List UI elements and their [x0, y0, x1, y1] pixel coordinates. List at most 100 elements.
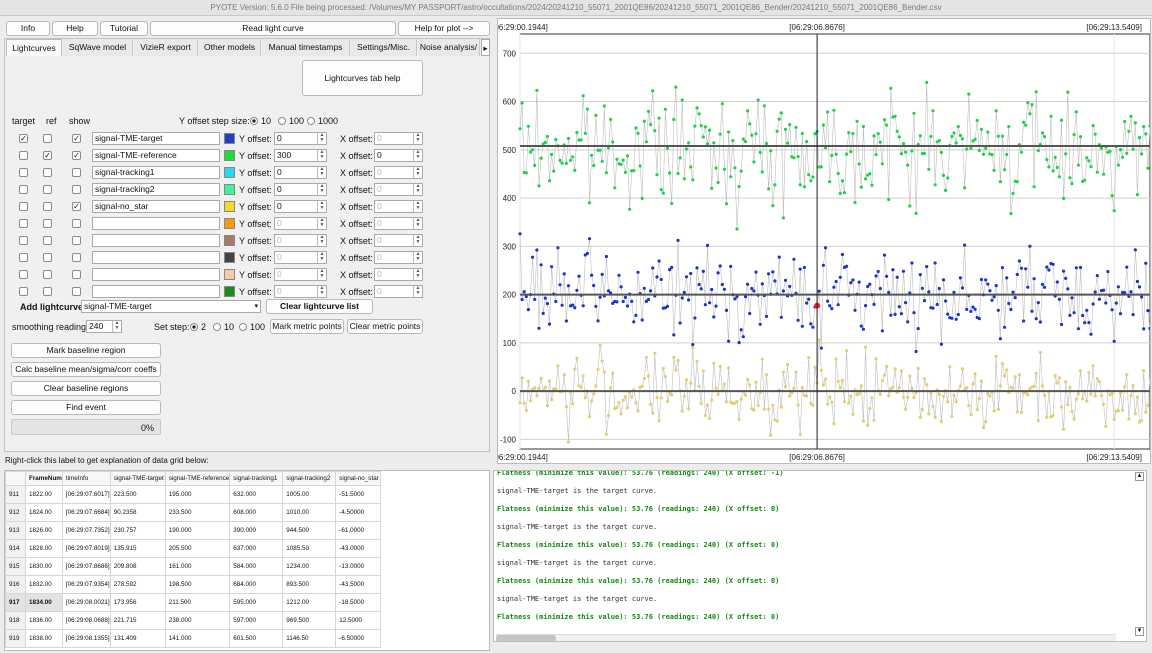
ref-checkbox[interactable]: ✓ — [43, 151, 52, 160]
grid-cell[interactable]: 1212.00 — [282, 593, 337, 612]
target-checkbox[interactable] — [19, 253, 28, 262]
lightcurve-name-field[interactable] — [92, 217, 220, 230]
horizontal-scrollbar[interactable] — [496, 634, 1116, 641]
scroll-down-icon[interactable]: ▼ — [1135, 627, 1144, 636]
grid-cell[interactable]: 223.500 — [109, 485, 166, 504]
y-offset-spinbox[interactable]: 0 ▲ ▼ — [274, 217, 327, 230]
grid-cell[interactable]: 684.000 — [229, 575, 284, 594]
color-swatch[interactable] — [224, 269, 235, 280]
spinner-arrows-icon[interactable]: ▲ ▼ — [413, 184, 422, 195]
set-step-100[interactable]: 100 — [239, 322, 265, 332]
row-header[interactable]: 918 — [5, 611, 26, 630]
grid-column-header[interactable]: signal-no_star — [335, 471, 382, 486]
x-offset-spinbox[interactable]: 0 ▲ ▼ — [374, 200, 423, 213]
ref-checkbox[interactable] — [43, 287, 52, 296]
grid-cell[interactable]: 90.2358 — [109, 503, 166, 522]
spinner-arrows-icon[interactable]: ▲ ▼ — [317, 167, 326, 178]
row-header[interactable]: 915 — [5, 557, 26, 576]
y-step-100[interactable]: 100 — [278, 116, 304, 126]
grid-cell[interactable]: 135.915 — [109, 539, 166, 558]
clear-metric-points-button[interactable]: Clear metric points — [347, 319, 423, 334]
x-offset-spinbox[interactable]: 0 ▲ ▼ — [374, 166, 423, 179]
calc-baseline-button[interactable]: Calc baseline mean/sigma/corr coeffs — [11, 362, 161, 377]
grid-cell[interactable]: 209.808 — [109, 557, 166, 576]
grid-cell[interactable]: 141.000 — [164, 629, 231, 648]
grid-cell[interactable]: 1826.00 — [25, 521, 63, 540]
grid-cell[interactable]: 584.000 — [229, 557, 284, 576]
lightcurve-name-field[interactable]: signal-tracking1 — [92, 166, 220, 179]
data-grid[interactable]: FrameNum timeInfo signal-TME-target signal-… — [4, 470, 490, 651]
grid-cell[interactable]: -6.50000 — [335, 629, 382, 648]
mark-metric-points-button[interactable]: Mark metric points — [270, 319, 344, 334]
show-checkbox[interactable]: ✓ — [72, 151, 81, 160]
grid-cell[interactable]: -43.0000 — [335, 539, 382, 558]
lightcurve-name-field[interactable] — [92, 234, 220, 247]
ref-checkbox[interactable] — [43, 134, 52, 143]
target-checkbox[interactable] — [19, 236, 28, 245]
target-checkbox[interactable] — [19, 202, 28, 211]
grid-cell[interactable]: 198.500 — [164, 575, 231, 594]
grid-cell[interactable]: -61.0000 — [335, 521, 382, 540]
target-checkbox[interactable] — [19, 287, 28, 296]
help-for-plot-button[interactable]: Help for plot --> — [398, 21, 490, 36]
lightcurves-tab-help-button[interactable]: Lightcurves tab help — [302, 60, 423, 96]
y-offset-spinbox[interactable]: 300 ▲ ▼ — [274, 149, 327, 162]
grid-cell[interactable]: 1234.00 — [282, 557, 337, 576]
show-checkbox[interactable] — [72, 287, 81, 296]
tab-other-models[interactable]: Other models — [199, 39, 261, 56]
grid-cell[interactable]: 1085.50 — [282, 539, 337, 558]
grid-cell[interactable]: -13.0000 — [335, 557, 382, 576]
spinner-arrows-icon[interactable]: ▲ ▼ — [413, 252, 422, 263]
table-row[interactable]: 919 1838.00 [06:29:08.1355] 131.409 141.000 6… — [5, 629, 382, 648]
color-swatch[interactable] — [224, 201, 235, 212]
info-button[interactable]: Info — [6, 21, 50, 36]
clear-baseline-regions-button[interactable]: Clear baseline regions — [11, 381, 161, 396]
clear-lightcurve-list-button[interactable]: Clear lightcurve list — [266, 299, 373, 314]
spinner-arrows-icon[interactable]: ▲ ▼ — [317, 235, 326, 246]
tab-scroll-icon[interactable]: ▸ — [481, 39, 490, 56]
add-lightcurve-select[interactable]: signal-TME-target ▾ — [81, 300, 261, 313]
ref-checkbox[interactable] — [43, 185, 52, 194]
tab-manual-timestamps[interactable]: Manual timestamps — [262, 39, 350, 56]
y-offset-spinbox[interactable]: 0 ▲ ▼ — [274, 268, 327, 281]
grid-cell[interactable]: 131.409 — [109, 629, 166, 648]
table-row[interactable]: 918 1836.00 [06:29:08.0688] 221.715 238.000 5… — [5, 611, 382, 630]
grid-cell[interactable]: 1838.00 — [25, 629, 63, 648]
row-header[interactable]: 912 — [5, 503, 26, 522]
scroll-up-icon[interactable]: ▲ — [1135, 472, 1144, 481]
grid-cell[interactable]: [06:29:07.6017] — [61, 485, 111, 504]
set-step-10[interactable]: 10 — [213, 322, 234, 332]
lightcurve-name-field[interactable]: signal-TME-reference — [92, 149, 220, 162]
spinner-arrows-icon[interactable]: ▲ ▼ — [317, 218, 326, 229]
row-header[interactable]: 919 — [5, 629, 26, 648]
scrollbar-thumb[interactable] — [496, 635, 556, 641]
grid-cell[interactable]: 1822.00 — [25, 485, 63, 504]
grid-column-header[interactable]: timeInfo — [61, 471, 111, 486]
row-header[interactable]: 914 — [5, 539, 26, 558]
grid-cell[interactable]: 161.000 — [164, 557, 231, 576]
grid-cell[interactable]: -43.5000 — [335, 575, 382, 594]
lightcurve-name-field[interactable] — [92, 251, 220, 264]
grid-column-header[interactable]: FrameNum — [25, 471, 63, 486]
target-checkbox[interactable] — [19, 168, 28, 177]
grid-cell[interactable]: [06:29:08.0688] — [61, 611, 111, 630]
grid-cell[interactable]: 278.592 — [109, 575, 166, 594]
grid-cell[interactable]: 597.000 — [229, 611, 284, 630]
x-offset-spinbox[interactable]: 0 ▲ ▼ — [374, 183, 423, 196]
grid-cell[interactable]: [06:29:07.9354] — [61, 575, 111, 594]
plot-svg[interactable]: 700 600 500 400 300 200 100 0 -100 [06:29:00.1944… — [492, 19, 1152, 463]
help-button[interactable]: Help — [52, 21, 98, 36]
mark-baseline-region-button[interactable]: Mark baseline region — [11, 343, 161, 358]
spinner-arrows-icon[interactable]: ▲ ▼ — [317, 286, 326, 297]
spinner-arrows-icon[interactable]: ▲ ▼ — [317, 269, 326, 280]
grid-cell[interactable]: 608.000 — [229, 503, 284, 522]
show-checkbox[interactable] — [72, 185, 81, 194]
grid-column-header[interactable]: signal-tracking2 — [282, 471, 337, 486]
lightcurve-name-field[interactable] — [92, 285, 220, 298]
grid-column-header[interactable]: signal-tracking1 — [229, 471, 284, 486]
grid-column-header[interactable]: signal-TME-target — [109, 471, 166, 486]
table-row[interactable]: 915 1830.00 [06:29:07.8686] 209.808 161.000 5… — [5, 557, 382, 576]
target-checkbox[interactable] — [19, 219, 28, 228]
row-header[interactable]: 913 — [5, 521, 26, 540]
grid-cell[interactable]: 221.715 — [109, 611, 166, 630]
